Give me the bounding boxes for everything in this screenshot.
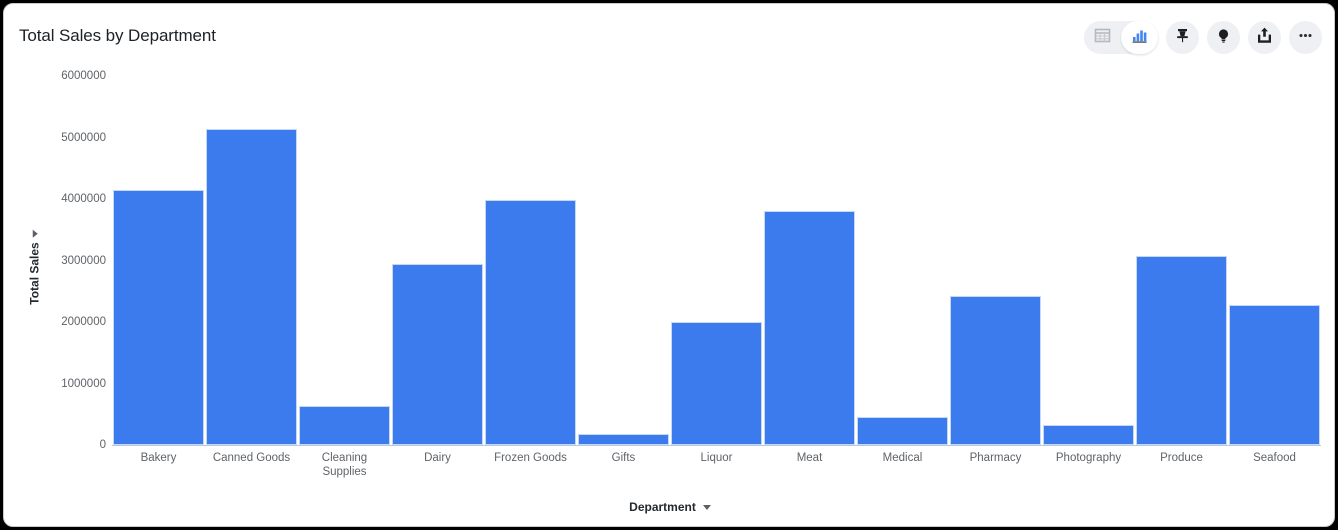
toolbar [1084, 21, 1322, 54]
bar-column[interactable] [577, 76, 670, 445]
bar-column[interactable] [763, 76, 856, 445]
bar[interactable] [112, 189, 205, 445]
chevron-down-icon [32, 229, 38, 238]
bar-column[interactable] [1042, 76, 1135, 445]
chevron-down-icon [702, 504, 711, 510]
y-axis-tick-label: 6000000 [61, 70, 106, 82]
insights-button[interactable] [1207, 21, 1240, 54]
view-toggle-group [1084, 21, 1158, 54]
bar[interactable] [949, 295, 1042, 445]
bar[interactable] [1228, 304, 1321, 445]
bar-series [112, 76, 1321, 445]
y-axis-tick-label: 2000000 [61, 316, 106, 328]
x-axis-tick-labels: Bakery Canned Goods Cleaning Supplies Dairy… [112, 451, 1321, 479]
x-axis-tick-label: Seafood [1253, 452, 1296, 464]
x-axis-title-label: Department [629, 500, 696, 514]
x-axis-tick-label: Bakery [140, 452, 177, 464]
lightbulb-icon [1215, 27, 1232, 49]
x-axis-tick-label: Liquor [700, 452, 733, 464]
bar-column[interactable] [484, 76, 577, 445]
chart-area: Total Sales 0 1000000 2000000 3000000 400000… [4, 70, 1334, 526]
bar-chart-icon [1131, 27, 1148, 49]
x-axis-tick-label: Produce [1160, 452, 1203, 464]
ellipsis-icon [1297, 27, 1314, 49]
bar[interactable] [484, 200, 577, 445]
x-axis-tick-label: Gifts [611, 452, 636, 464]
bar[interactable] [1042, 424, 1135, 445]
y-axis-tick-label: 0 [99, 439, 106, 451]
chart-view-toggle[interactable] [1121, 21, 1158, 54]
page-title: Total Sales by Department [19, 26, 216, 45]
x-axis-title[interactable]: Department [4, 500, 1334, 514]
bar-column[interactable] [856, 76, 949, 445]
x-axis-tick-label: Canned Goods [212, 452, 291, 464]
bar[interactable] [670, 322, 763, 445]
bar[interactable] [763, 211, 856, 445]
table-icon [1094, 27, 1111, 49]
bar[interactable] [856, 416, 949, 445]
bar-column[interactable] [391, 76, 484, 445]
share-upload-icon [1255, 26, 1274, 50]
share-button[interactable] [1248, 21, 1281, 54]
bar[interactable] [298, 405, 391, 445]
x-axis-tick-label: Cleaning Supplies [321, 452, 368, 478]
chart-panel: Total Sales by Department Total Sales 0 … [3, 3, 1335, 527]
bar-column[interactable] [949, 76, 1042, 445]
bar[interactable] [577, 434, 670, 445]
x-axis-tick-label: Dairy [424, 452, 451, 464]
y-axis-tick-label: 1000000 [61, 377, 106, 390]
x-axis-tick-label: Pharmacy [969, 452, 1022, 464]
y-axis-tick-label: 3000000 [61, 254, 106, 267]
x-axis-line [112, 445, 1321, 446]
y-axis-tick-label: 5000000 [61, 131, 106, 144]
x-axis-tick-label: Meat [796, 452, 823, 464]
y-axis-title-label: Total Sales [28, 242, 42, 305]
panel-header: Total Sales by Department [4, 4, 1334, 70]
bar-column[interactable] [205, 76, 298, 445]
bar-column[interactable] [298, 76, 391, 445]
pin-button[interactable] [1166, 21, 1199, 54]
pin-icon [1174, 27, 1191, 49]
bar-column[interactable] [1135, 76, 1228, 445]
bar[interactable] [1135, 256, 1228, 445]
more-button[interactable] [1289, 21, 1322, 54]
bar-column[interactable] [670, 76, 763, 445]
bar[interactable] [391, 264, 484, 445]
bar[interactable] [205, 128, 298, 445]
x-axis-tick-label: Photography [1055, 452, 1122, 464]
table-view-toggle[interactable] [1084, 21, 1121, 54]
bar-column[interactable] [1228, 76, 1321, 445]
y-axis-tick-label: 4000000 [61, 193, 106, 205]
plot-area [112, 76, 1321, 445]
y-axis-tick-labels: 0 1000000 2000000 3000000 4000000 5000000 6000… [48, 70, 106, 526]
y-axis-title[interactable]: Total Sales [24, 229, 46, 305]
bar-column[interactable] [112, 76, 205, 445]
x-axis-tick-label: Frozen Goods [494, 452, 567, 464]
x-axis-tick-label: Medical [882, 452, 923, 464]
